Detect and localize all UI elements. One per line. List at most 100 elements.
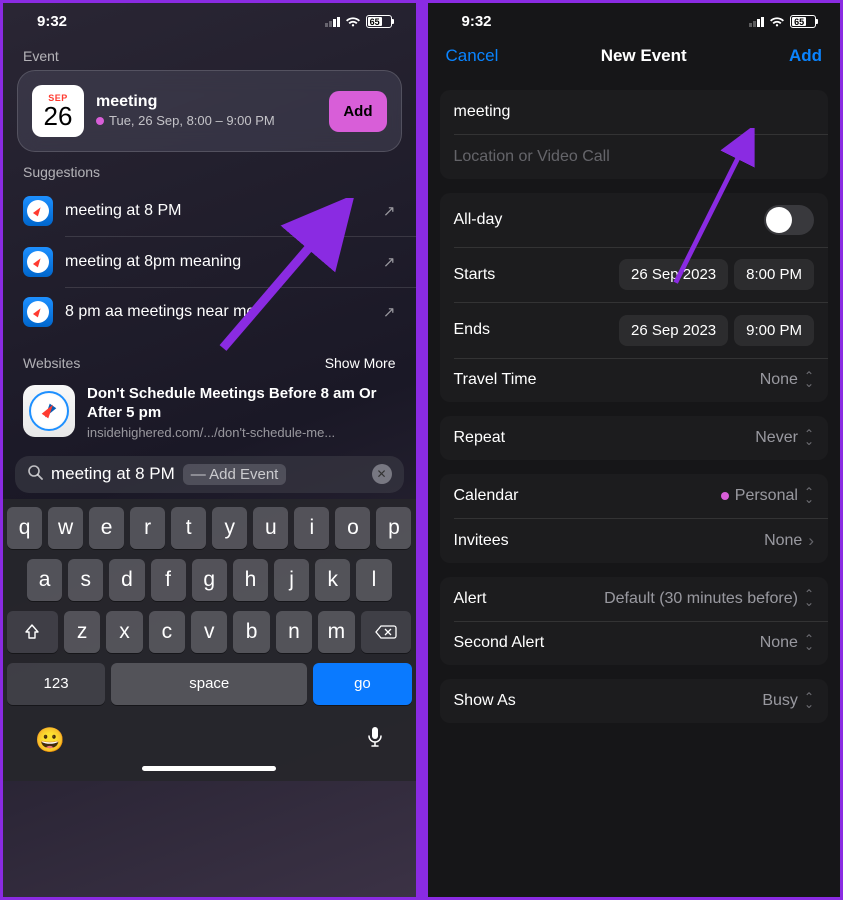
- ends-time-picker[interactable]: 9:00 PM: [734, 315, 814, 346]
- calendar-color-dot: [96, 117, 104, 125]
- ends-row: Ends 26 Sep 2023 9:00 PM: [440, 303, 829, 358]
- key[interactable]: f: [151, 559, 186, 601]
- safari-icon: [23, 196, 53, 226]
- safari-icon: [23, 385, 75, 437]
- home-indicator[interactable]: [142, 766, 276, 771]
- calendar-color-dot: [721, 492, 729, 500]
- travel-time-row[interactable]: Travel Time None⌃⌄: [440, 358, 829, 402]
- key[interactable]: n: [276, 611, 312, 653]
- cancel-button[interactable]: Cancel: [446, 46, 499, 66]
- wifi-icon: [345, 16, 361, 28]
- key[interactable]: z: [64, 611, 100, 653]
- suggestion-item[interactable]: meeting at 8 PM ↗: [3, 186, 416, 236]
- allday-toggle[interactable]: [764, 205, 814, 235]
- calendar-row[interactable]: Calendar Personal⌃⌄: [440, 474, 829, 518]
- search-field[interactable]: meeting at 8 PM — Add Event ✕: [15, 456, 404, 493]
- spotlight-search-screen: 9:32 65 Event SEP 26 meeting Tue, 26 Sep…: [0, 0, 419, 900]
- cellular-icon: [325, 17, 340, 27]
- section-label-event: Event: [3, 36, 416, 70]
- safari-icon: [23, 247, 53, 277]
- suggestions-list: meeting at 8 PM ↗ meeting at 8pm meaning…: [3, 186, 416, 337]
- repeat-row[interactable]: Repeat Never⌃⌄: [440, 416, 829, 460]
- title-field[interactable]: meeting: [440, 90, 829, 134]
- suggestion-item[interactable]: 8 pm aa meetings near me ↗: [3, 287, 416, 337]
- second-alert-row[interactable]: Second Alert None⌃⌄: [440, 621, 829, 665]
- key[interactable]: s: [68, 559, 103, 601]
- key[interactable]: h: [233, 559, 268, 601]
- key[interactable]: y: [212, 507, 247, 549]
- updown-icon: ⌃⌄: [804, 489, 814, 503]
- cellular-icon: [749, 17, 764, 27]
- website-result[interactable]: Don't Schedule Meetings Before 8 am Or A…: [3, 377, 416, 450]
- status-time: 9:32: [37, 13, 67, 30]
- search-query: meeting at 8 PM: [51, 464, 175, 484]
- add-button[interactable]: Add: [789, 46, 822, 66]
- page-title: New Event: [601, 46, 687, 66]
- starts-date-picker[interactable]: 26 Sep 2023: [619, 259, 728, 290]
- key[interactable]: j: [274, 559, 309, 601]
- key[interactable]: d: [109, 559, 144, 601]
- allday-row: All-day: [440, 193, 829, 247]
- key[interactable]: e: [89, 507, 124, 549]
- key[interactable]: w: [48, 507, 83, 549]
- key[interactable]: l: [356, 559, 391, 601]
- safari-icon: [23, 297, 53, 327]
- shift-key[interactable]: [7, 611, 58, 653]
- backspace-key[interactable]: [361, 611, 412, 653]
- open-arrow-icon[interactable]: ↗: [383, 253, 396, 271]
- alert-row[interactable]: Alert Default (30 minutes before)⌃⌄: [440, 577, 829, 621]
- event-title: meeting: [96, 93, 317, 111]
- clear-icon[interactable]: ✕: [372, 464, 392, 484]
- key[interactable]: v: [191, 611, 227, 653]
- event-card[interactable]: SEP 26 meeting Tue, 26 Sep, 8:00 – 9:00 …: [17, 70, 402, 152]
- battery-icon: 65: [790, 15, 816, 28]
- key[interactable]: b: [233, 611, 269, 653]
- add-button[interactable]: Add: [329, 91, 386, 132]
- key[interactable]: a: [27, 559, 62, 601]
- key[interactable]: p: [376, 507, 411, 549]
- show-more-link[interactable]: Show More: [325, 355, 396, 371]
- wifi-icon: [769, 16, 785, 28]
- dictation-key[interactable]: [366, 725, 384, 756]
- starts-time-picker[interactable]: 8:00 PM: [734, 259, 814, 290]
- event-subtitle: Tue, 26 Sep, 8:00 – 9:00 PM: [96, 113, 317, 130]
- invitees-row[interactable]: Invitees None›: [440, 519, 829, 563]
- updown-icon: ⌃⌄: [804, 431, 814, 445]
- updown-icon: ⌃⌄: [804, 636, 814, 650]
- status-time: 9:32: [462, 13, 492, 30]
- battery-icon: 65: [366, 15, 392, 28]
- key[interactable]: q: [7, 507, 42, 549]
- key[interactable]: k: [315, 559, 350, 601]
- key[interactable]: m: [318, 611, 354, 653]
- suggestion-item[interactable]: meeting at 8pm meaning ↗: [3, 237, 416, 287]
- key[interactable]: u: [253, 507, 288, 549]
- key[interactable]: i: [294, 507, 329, 549]
- key[interactable]: c: [149, 611, 185, 653]
- location-field[interactable]: Location or Video Call: [440, 135, 829, 179]
- emoji-key[interactable]: 😀: [35, 726, 65, 755]
- space-key[interactable]: space: [111, 663, 307, 705]
- ends-date-picker[interactable]: 26 Sep 2023: [619, 315, 728, 346]
- go-key[interactable]: go: [313, 663, 411, 705]
- key[interactable]: r: [130, 507, 165, 549]
- calendar-icon: SEP 26: [32, 85, 84, 137]
- section-label-websites: Websites: [23, 355, 80, 371]
- key[interactable]: o: [335, 507, 370, 549]
- numeric-key[interactable]: 123: [7, 663, 105, 705]
- new-event-screen: 9:32 65 Cancel New Event Add meeting Loc…: [425, 0, 843, 900]
- section-label-suggestions: Suggestions: [3, 152, 416, 186]
- nav-bar: Cancel New Event Add: [428, 36, 841, 76]
- open-arrow-icon[interactable]: ↗: [383, 202, 396, 220]
- open-arrow-icon[interactable]: ↗: [383, 303, 396, 321]
- key[interactable]: x: [106, 611, 142, 653]
- search-icon: [27, 464, 43, 485]
- search-suggestion-chip[interactable]: — Add Event: [183, 464, 287, 485]
- updown-icon: ⌃⌄: [804, 591, 814, 605]
- showas-row[interactable]: Show As Busy⌃⌄: [440, 679, 829, 723]
- keyboard: q w e r t y u i o p a s d f g h j k l z …: [3, 499, 416, 781]
- updown-icon: ⌃⌄: [804, 694, 814, 708]
- starts-row: Starts 26 Sep 2023 8:00 PM: [440, 247, 829, 302]
- key[interactable]: g: [192, 559, 227, 601]
- status-bar: 9:32 65: [3, 3, 416, 36]
- key[interactable]: t: [171, 507, 206, 549]
